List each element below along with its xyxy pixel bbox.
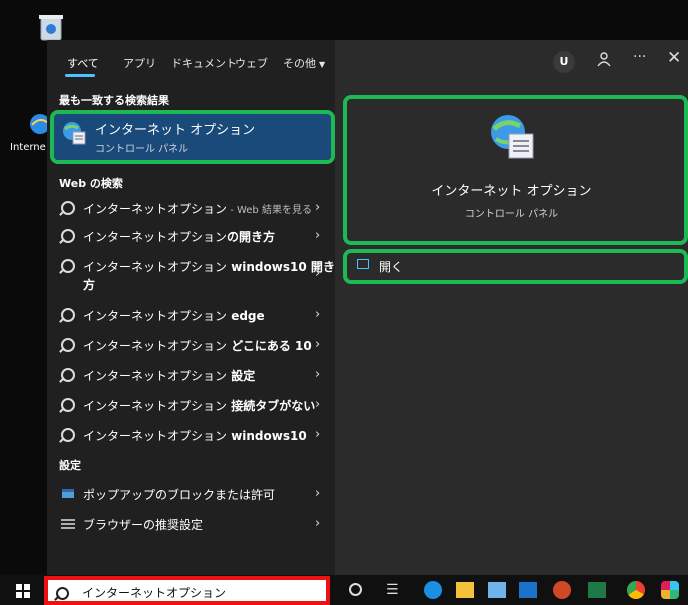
web-result-text: インターネットオプション edge — [83, 307, 265, 324]
result-suggestion: の開き方 — [227, 230, 276, 244]
chevron-right-icon: › — [315, 307, 321, 322]
web-result-item[interactable]: インターネットオプション windows10 › — [53, 421, 331, 449]
start-icon[interactable] — [16, 584, 30, 598]
chevron-right-icon: › — [315, 228, 321, 243]
web-result-text: インターネットオプション windows10 — [83, 427, 307, 444]
desktop-label: Interne — [10, 142, 46, 153]
tab-more-label: その他 — [283, 57, 316, 70]
result-query: インターネットオプション — [83, 429, 228, 443]
result-suggestion: どこにある 10 — [227, 339, 312, 353]
search-icon — [61, 259, 75, 273]
web-result-item[interactable]: インターネットオプション - Web 結果を見る › — [53, 194, 331, 222]
result-query: インターネットオプション — [83, 399, 228, 413]
web-result-text: インターネットオプション 接続タブがない — [83, 397, 315, 414]
search-icon — [61, 338, 75, 352]
settings-heading: 設定 — [59, 459, 81, 472]
web-result-item[interactable]: インターネットオプション windows10 開き 方 › — [53, 252, 335, 296]
result-suggestion: 設定 — [227, 369, 256, 383]
settings-item-label: ブラウザーの推奨設定 — [83, 518, 204, 532]
search-icon — [61, 398, 75, 412]
best-match-highlight — [50, 110, 335, 164]
search-icon — [61, 368, 75, 382]
search-icon — [61, 201, 75, 215]
open-action-highlight — [343, 249, 688, 284]
result-query: インターネットオプション — [83, 309, 228, 323]
chevron-right-icon: › — [315, 367, 321, 382]
web-result-text: インターネットオプションの開き方 — [83, 228, 275, 245]
result-suggestion: 接続タブがない — [227, 399, 316, 413]
result-query: インターネットオプション — [83, 202, 228, 216]
settings-item[interactable]: ブラウザーの推奨設定 › — [53, 510, 331, 538]
close-icon[interactable]: ✕ — [667, 48, 681, 68]
powerpoint-icon[interactable] — [553, 581, 571, 599]
active-tab-indicator — [65, 74, 95, 77]
result-query: インターネットオプション — [83, 230, 228, 244]
result-suggestion-line2: 方 — [83, 278, 96, 292]
web-result-item[interactable]: インターネットオプション edge › — [53, 301, 331, 329]
chevron-right-icon: › — [315, 337, 321, 352]
chevron-right-icon: › — [315, 427, 321, 442]
tab-documents[interactable]: ドキュメント — [171, 55, 237, 71]
chevron-right-icon: › — [315, 266, 321, 281]
search-input-value: インターネットオプション — [82, 586, 227, 600]
result-query: インターネットオプション — [83, 339, 228, 353]
tab-apps[interactable]: アプリ — [123, 55, 156, 71]
edge-icon[interactable] — [424, 581, 442, 599]
popup-block-icon — [61, 487, 75, 499]
search-icon — [61, 428, 75, 442]
chevron-right-icon: › — [315, 516, 321, 531]
preview-highlight — [343, 95, 688, 245]
app-icon[interactable] — [488, 582, 506, 598]
web-result-item[interactable]: インターネットオプションの開き方 › — [53, 222, 331, 250]
tab-all[interactable]: すべて — [67, 55, 99, 71]
more-options-icon[interactable]: ··· — [633, 49, 646, 65]
avatar[interactable]: U — [553, 51, 575, 73]
task-view-icon[interactable]: ☰ — [386, 582, 399, 598]
slack-icon[interactable] — [661, 581, 679, 599]
search-icon — [56, 587, 69, 600]
web-result-item[interactable]: インターネットオプション 接続タブがない › — [53, 391, 331, 419]
web-result-text: インターネットオプション 設定 — [83, 367, 255, 384]
web-result-text: インターネットオプション どこにある 10 — [83, 337, 312, 354]
excel-icon[interactable] — [588, 582, 606, 598]
outlook-icon[interactable] — [519, 582, 537, 598]
list-settings-icon — [61, 518, 75, 530]
web-result-text: インターネットオプション - Web 結果を見る — [83, 200, 312, 217]
result-suffix: - Web 結果を見る — [227, 205, 312, 216]
chevron-down-icon: ▼ — [319, 60, 326, 69]
settings-item-label: ポップアップのブロックまたは許可 — [83, 488, 276, 502]
best-match-heading: 最も一致する検索結果 — [59, 94, 169, 107]
chrome-icon[interactable] — [627, 581, 645, 599]
recycle-bin-icon[interactable] — [34, 10, 68, 44]
result-query: インターネットオプション — [83, 260, 228, 274]
result-suggestion: edge — [227, 309, 265, 323]
feedback-icon[interactable] — [596, 51, 612, 71]
web-result-item[interactable]: インターネットオプション 設定 › — [53, 361, 331, 389]
tab-web[interactable]: ウェブ — [235, 55, 268, 71]
result-suggestion: windows10 — [227, 429, 307, 443]
search-icon — [61, 229, 75, 243]
web-result-item[interactable]: インターネットオプション どこにある 10 › — [53, 331, 331, 359]
chevron-right-icon: › — [315, 397, 321, 412]
search-icon — [61, 308, 75, 322]
taskbar-search-input[interactable]: インターネットオプション — [44, 576, 330, 605]
tab-more[interactable]: その他 ▼ — [283, 55, 325, 71]
file-explorer-icon[interactable] — [456, 582, 474, 598]
web-result-text: インターネットオプション windows10 開き — [83, 258, 335, 275]
settings-item[interactable]: ポップアップのブロックまたは許可 › — [53, 480, 331, 508]
result-query: インターネットオプション — [83, 369, 228, 383]
chevron-right-icon: › — [315, 200, 321, 215]
chevron-right-icon: › — [315, 486, 321, 501]
web-search-heading: Web の検索 — [59, 177, 123, 190]
cortana-icon[interactable] — [349, 583, 362, 596]
